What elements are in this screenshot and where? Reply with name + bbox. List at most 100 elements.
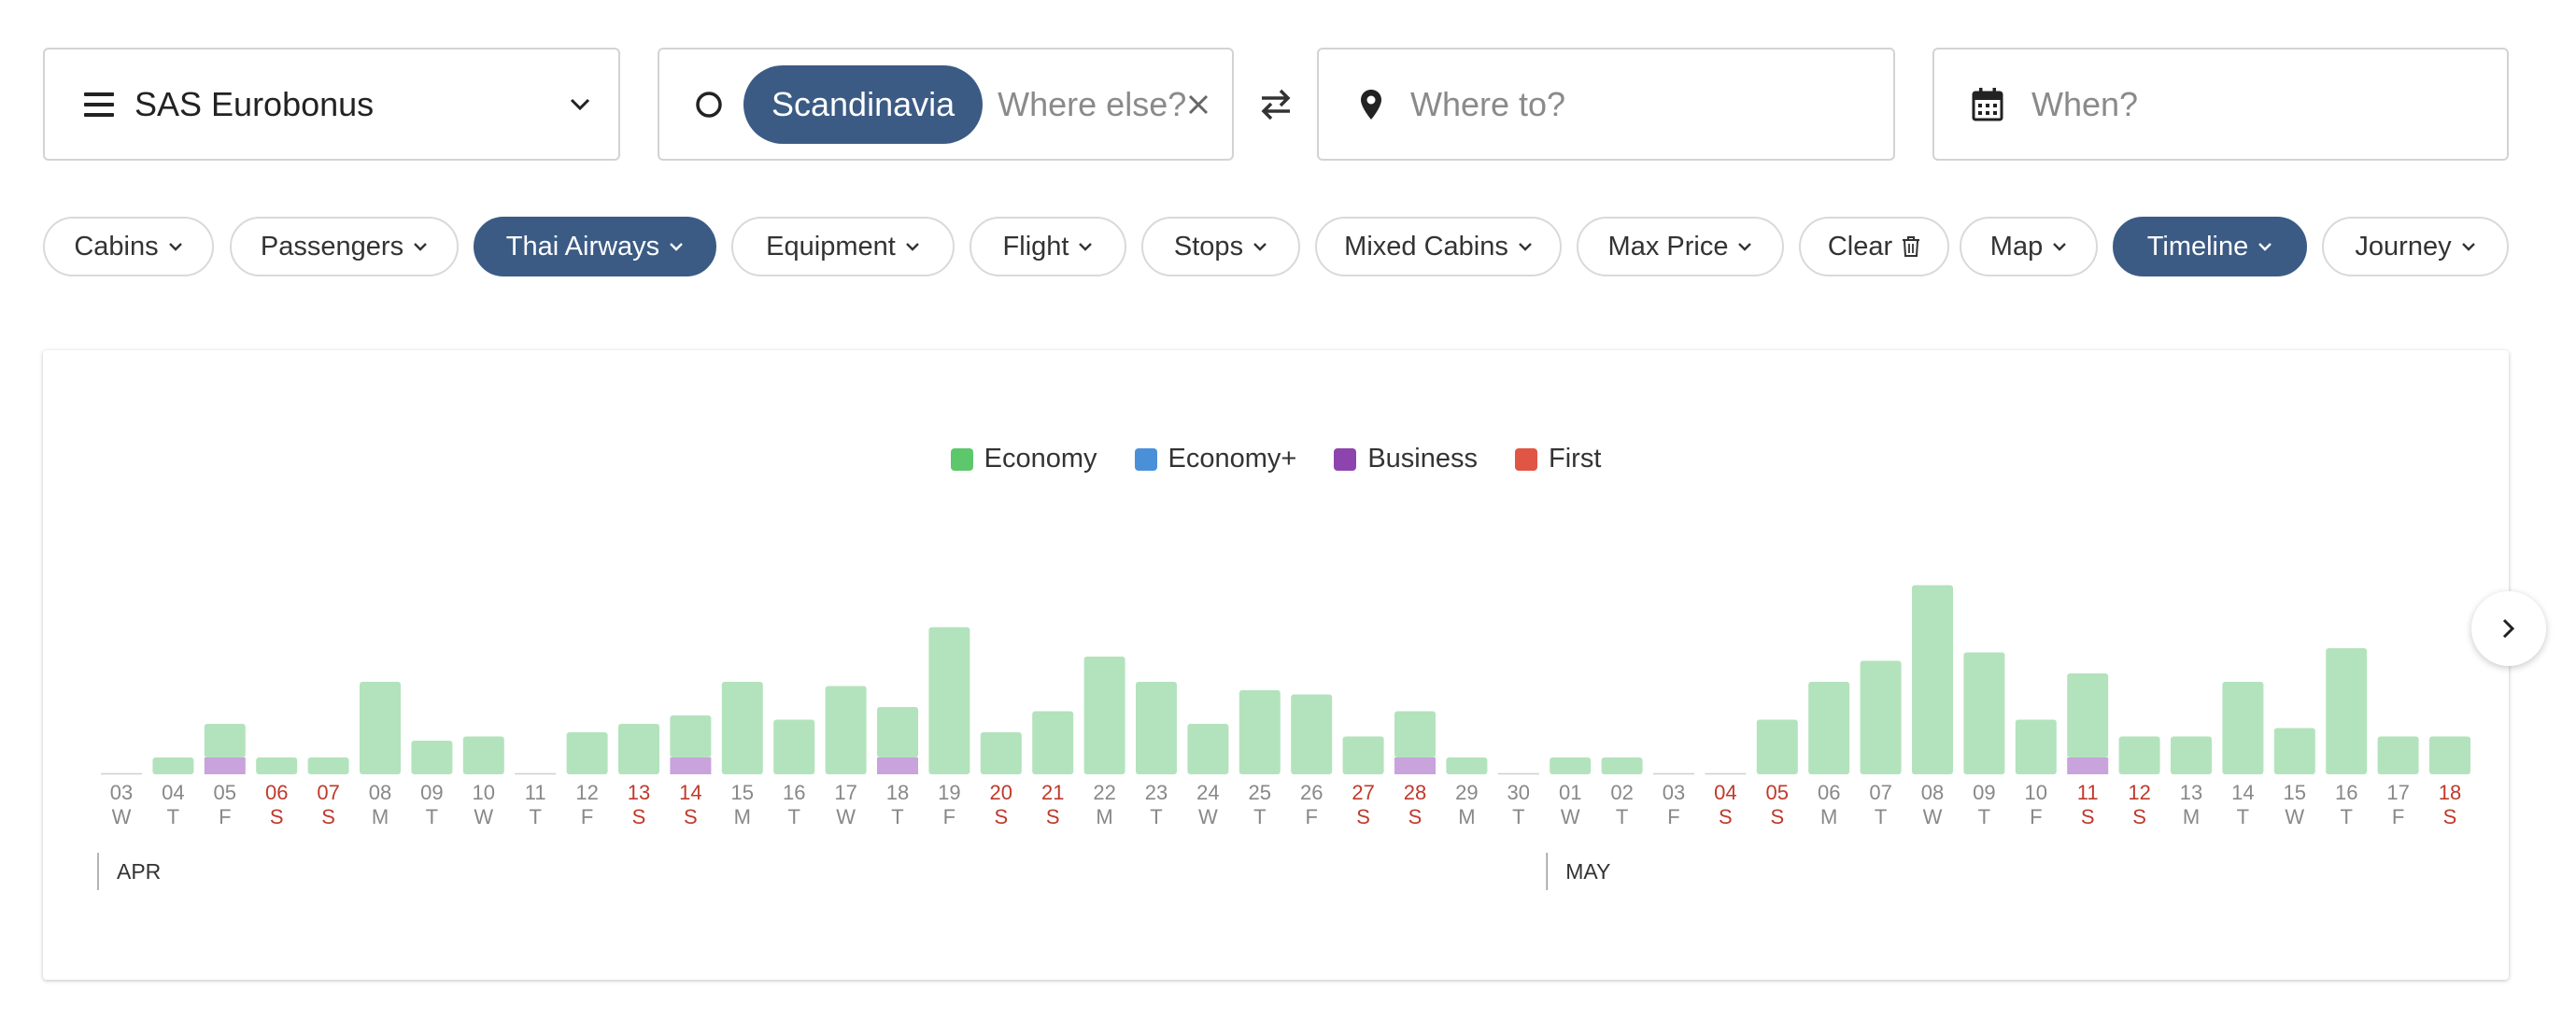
weekday-label: S: [684, 805, 698, 828]
view-map-toggle[interactable]: Map: [1960, 217, 2098, 276]
economy-bar[interactable]: [2222, 682, 2264, 774]
destination-input[interactable]: Where to?: [1410, 85, 1565, 124]
day-number-label: 25: [1249, 781, 1271, 804]
economy-bar[interactable]: [2067, 673, 2109, 757]
destination-field[interactable]: Where to?: [1317, 48, 1895, 161]
chevron-right-icon: [2502, 618, 2515, 639]
day-number-label: 16: [783, 781, 805, 804]
economy-bar[interactable]: [1808, 682, 1850, 774]
economy-bar[interactable]: [928, 627, 970, 775]
program-select[interactable]: SAS Eurobonus: [43, 48, 620, 161]
date-field[interactable]: When?: [1932, 48, 2509, 161]
weekday-label: W: [2285, 805, 2304, 828]
origin-chip[interactable]: Scandinavia: [743, 64, 984, 144]
economy-bar[interactable]: [2377, 736, 2419, 775]
economy-bar[interactable]: [825, 686, 867, 775]
day-number-label: 05: [214, 781, 236, 804]
economy-bar[interactable]: [256, 757, 298, 774]
economy-bar[interactable]: [1446, 757, 1488, 774]
day-number-label: 26: [1300, 781, 1323, 804]
economy-bar[interactable]: [2171, 736, 2212, 775]
filter-cabins[interactable]: Cabins: [43, 217, 214, 276]
chevron-down-icon: [670, 243, 684, 251]
economy-bar[interactable]: [411, 741, 453, 774]
date-input[interactable]: When?: [2031, 85, 2138, 124]
next-page-button[interactable]: [2471, 591, 2546, 666]
weekday-label: T: [891, 805, 903, 828]
origin-input[interactable]: Where else?: [998, 85, 1187, 124]
day-number-label: 18: [2439, 781, 2461, 804]
weekday-label: W: [836, 805, 856, 828]
filter-stops[interactable]: Stops: [1141, 217, 1300, 276]
day-number-label: 17: [834, 781, 856, 804]
economy-bar[interactable]: [773, 719, 815, 775]
business-bar[interactable]: [877, 757, 918, 774]
economy-bar[interactable]: [1394, 711, 1436, 758]
filter-equipment[interactable]: Equipment: [731, 217, 955, 276]
filter-passengers[interactable]: Passengers: [230, 217, 459, 276]
day-number-label: 19: [938, 781, 960, 804]
filter-airline[interactable]: Thai Airways: [474, 217, 716, 276]
economy-bar[interactable]: [1756, 719, 1798, 775]
filter-max-price[interactable]: Max Price: [1577, 217, 1784, 276]
economy-bar[interactable]: [1342, 736, 1384, 775]
weekday-label: F: [1667, 805, 1679, 828]
business-bar[interactable]: [2067, 757, 2109, 774]
view-timeline-toggle[interactable]: Timeline: [2113, 217, 2307, 276]
economy-bar[interactable]: [2118, 736, 2160, 775]
filter-mixed-cabins[interactable]: Mixed Cabins: [1315, 217, 1562, 276]
business-bar[interactable]: [204, 757, 246, 774]
economy-bar[interactable]: [2326, 648, 2368, 774]
weekday-label: F: [2030, 805, 2042, 828]
swap-icon[interactable]: [1259, 86, 1293, 123]
day-number-label: 06: [265, 781, 288, 804]
economy-bar[interactable]: [980, 732, 1022, 774]
economy-bar[interactable]: [1187, 724, 1229, 774]
view-journey-toggle[interactable]: Journey: [2322, 217, 2509, 276]
economy-bar[interactable]: [2429, 736, 2470, 775]
weekday-label: W: [1198, 805, 1218, 828]
weekday-label: T: [529, 805, 541, 828]
filter-flight[interactable]: Flight: [970, 217, 1126, 276]
day-number-label: 09: [1973, 781, 1995, 804]
economy-bar[interactable]: [1136, 682, 1177, 774]
economy-bar[interactable]: [462, 736, 504, 775]
origin-field[interactable]: Scandinavia Where else?: [658, 48, 1234, 161]
program-value: SAS Eurobonus: [134, 84, 375, 123]
day-number-label: 27: [1352, 781, 1374, 804]
economy-bar[interactable]: [360, 682, 401, 774]
economy-bar[interactable]: [566, 732, 608, 774]
economy-bar[interactable]: [1083, 657, 1125, 774]
weekday-label: W: [112, 805, 132, 828]
economy-bar[interactable]: [152, 757, 194, 774]
business-bar[interactable]: [1394, 757, 1436, 774]
chevron-down-icon: [1253, 243, 1267, 251]
economy-bar[interactable]: [1550, 757, 1592, 774]
economy-bar[interactable]: [2015, 719, 2057, 775]
day-number-label: 10: [2025, 781, 2047, 804]
business-bar[interactable]: [670, 757, 712, 774]
day-number-label: 13: [628, 781, 650, 804]
economy-bar[interactable]: [721, 682, 763, 774]
clear-filters-button[interactable]: Clear: [1799, 217, 1949, 276]
close-icon[interactable]: [1187, 93, 1210, 116]
economy-bar[interactable]: [1032, 711, 1074, 775]
economy-bar[interactable]: [1963, 652, 2005, 775]
weekday-label: M: [734, 805, 751, 828]
economy-bar[interactable]: [1291, 694, 1333, 775]
weekday-label: S: [270, 805, 284, 828]
day-number-label: 16: [2335, 781, 2357, 804]
economy-bar[interactable]: [1238, 690, 1281, 774]
economy-bar[interactable]: [204, 724, 246, 757]
economy-bar[interactable]: [618, 724, 659, 774]
economy-bar[interactable]: [670, 715, 712, 757]
economy-bar[interactable]: [877, 707, 918, 757]
economy-bar[interactable]: [307, 757, 349, 774]
economy-bar[interactable]: [2273, 728, 2315, 775]
economy-bar[interactable]: [1860, 660, 1902, 775]
trash-icon: [1903, 236, 1920, 257]
weekday-label: T: [2340, 805, 2352, 828]
weekday-label: T: [167, 805, 179, 828]
economy-bar[interactable]: [1601, 757, 1643, 774]
economy-bar[interactable]: [1912, 585, 1953, 775]
